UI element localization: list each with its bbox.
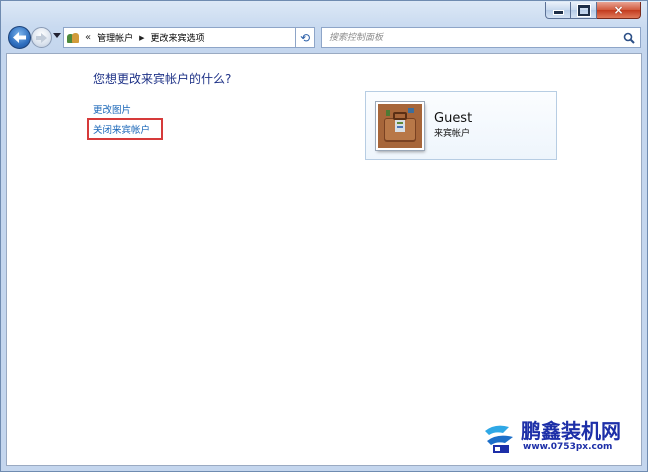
navigation-bar: « 管理帐户 ▶ 更改来宾选项 ⟲ [1,21,647,53]
close-icon: × [613,3,624,17]
address-bar[interactable]: « 管理帐户 ▶ 更改来宾选项 [63,27,315,48]
minimize-icon [552,10,564,15]
search-icon[interactable] [623,32,635,44]
breadcrumb-separator[interactable]: ▶ [139,34,144,42]
account-card: Guest 来宾帐户 [365,91,557,160]
account-type: 来宾帐户 [434,128,471,139]
maximize-icon [576,3,591,17]
recent-pages-dropdown[interactable] [53,33,61,38]
content-pane: 您想更改来宾帐户的什么? 更改图片 关闭来宾帐户 Guest 来宾帐户 鹏鑫装机… [6,53,642,466]
user-accounts-icon [66,31,80,45]
minimize-button[interactable] [545,2,571,19]
watermark-title: 鹏鑫装机网 [521,419,621,443]
breadcrumb-item-change-guest-options[interactable]: 更改来宾选项 [151,31,205,44]
search-box[interactable] [321,27,641,48]
refresh-icon: ⟲ [299,30,311,45]
account-name: Guest [434,110,473,126]
maximize-button[interactable] [571,2,597,19]
highlight-box [87,118,163,140]
watermark-url: www.0753px.com [523,442,613,452]
arrow-right-icon [36,32,47,43]
change-picture-link[interactable]: 更改图片 [93,102,131,116]
account-info: Guest 来宾帐户 [434,111,472,141]
page-title: 您想更改来宾帐户的什么? [93,72,232,86]
briefcase-icon [376,101,424,150]
close-button[interactable]: × [597,2,641,19]
forward-button[interactable] [31,27,52,48]
watermark: 鹏鑫装机网 www.0753px.com [483,415,633,461]
arrow-left-icon [13,32,26,43]
breadcrumb-item-manage-accounts[interactable]: 管理帐户 [97,31,133,44]
refresh-button[interactable]: ⟲ [295,27,315,48]
control-panel-window: × « 管理帐户 ▶ 更改来宾选项 ⟲ 搜索控制面板 您想更改来宾帐户的什么? … [0,0,648,472]
caption-buttons: × [545,2,641,20]
breadcrumb-overflow-chevron[interactable]: « [85,32,91,43]
logo-icon [485,425,513,453]
search-input[interactable] [322,31,611,44]
back-button[interactable] [8,26,31,49]
